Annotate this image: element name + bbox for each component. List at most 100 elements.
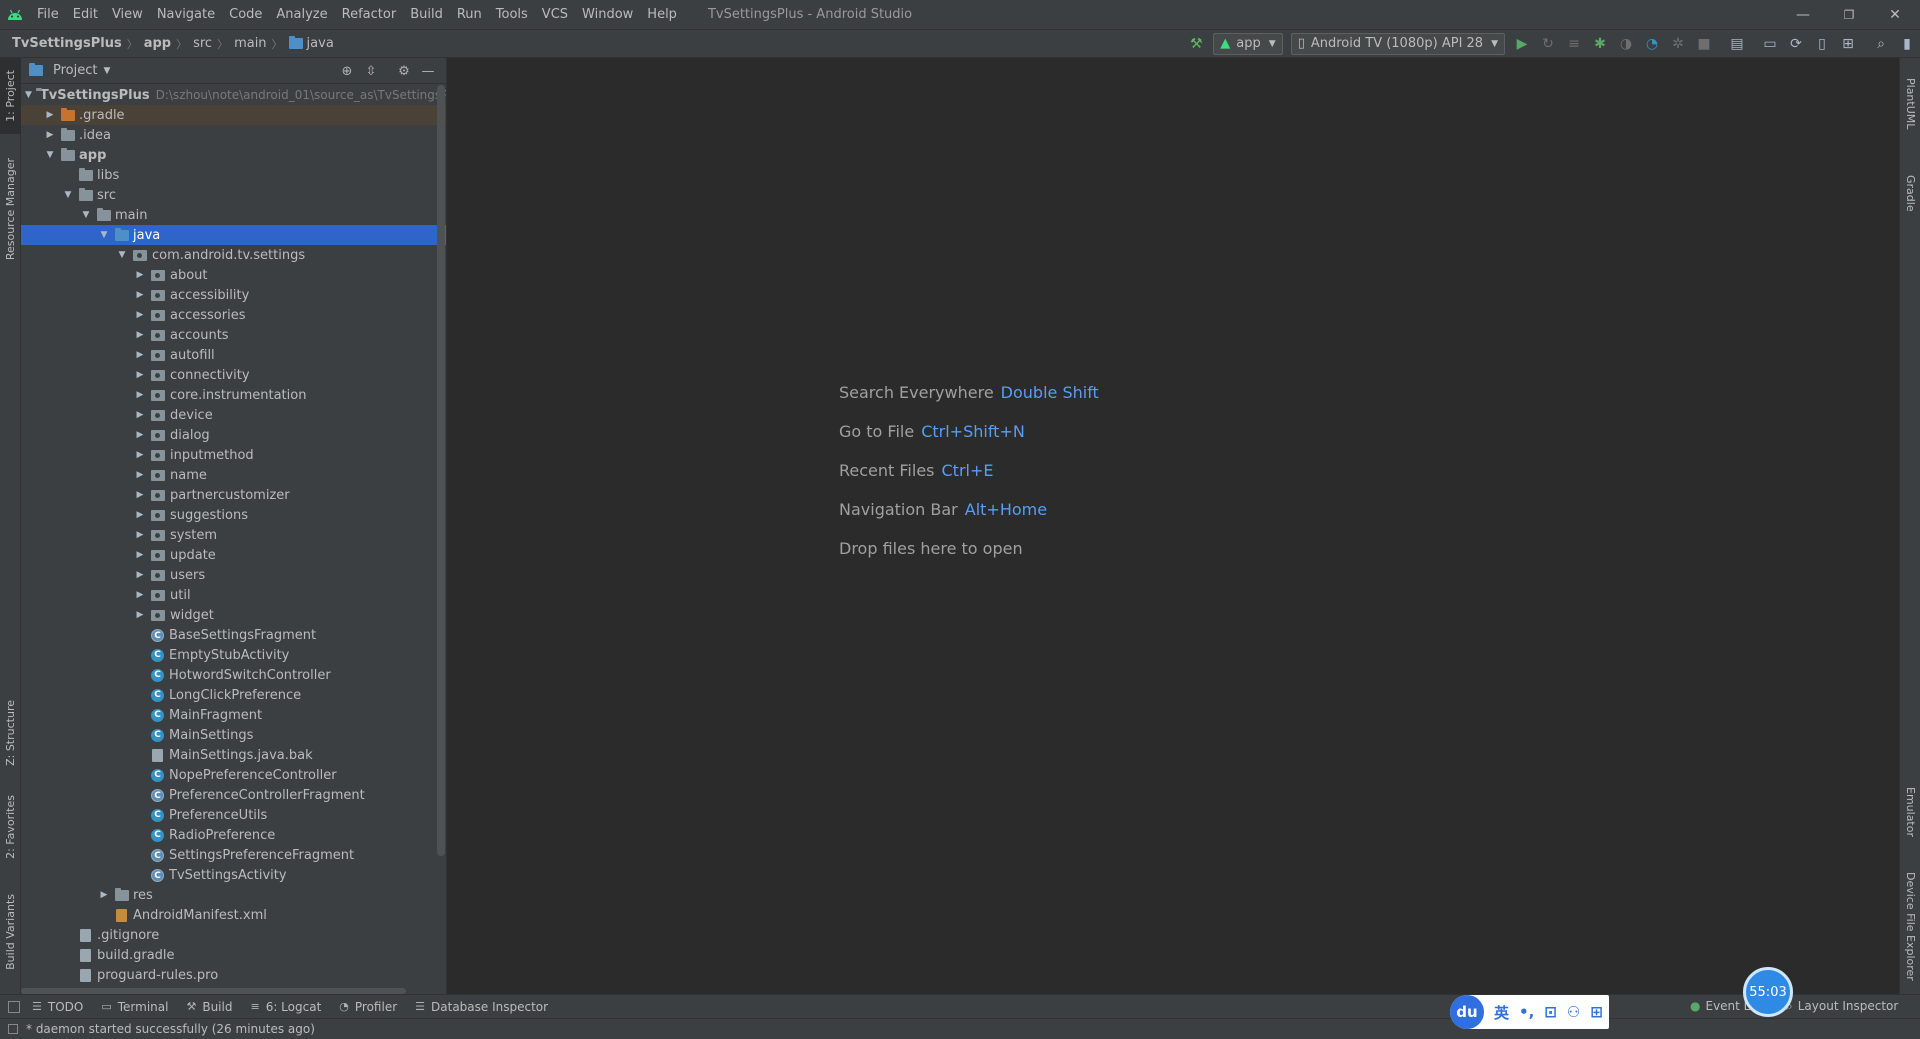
menu-analyze[interactable]: Analyze: [269, 0, 334, 29]
collapsed-arrow-icon[interactable]: ▶: [133, 310, 147, 320]
tree-row[interactable]: ▶AndroidManifest.xml: [21, 905, 446, 925]
collapsed-arrow-icon[interactable]: ▶: [133, 450, 147, 460]
project-view-select[interactable]: Project: [53, 63, 97, 78]
make-project-hammer-icon[interactable]: ⚒: [1184, 32, 1208, 56]
tree-row[interactable]: ▶.gitignore: [21, 925, 446, 945]
chevron-down-icon[interactable]: ▼: [103, 66, 110, 76]
collapsed-arrow-icon[interactable]: ▶: [133, 490, 147, 500]
ime-grid-icon[interactable]: ⊞: [1590, 1003, 1603, 1021]
menu-edit[interactable]: Edit: [66, 0, 105, 29]
tab-build-variants[interactable]: Build Variants: [0, 878, 21, 986]
tree-row[interactable]: ▶ system: [21, 525, 446, 545]
baidu-ime-logo[interactable]: du: [1450, 995, 1484, 1029]
expanded-arrow-icon[interactable]: ▼: [115, 250, 129, 260]
collapsed-arrow-icon[interactable]: ▶: [133, 470, 147, 480]
collapsed-arrow-icon[interactable]: ▶: [133, 570, 147, 580]
sync-gradle-icon[interactable]: ⟳: [1784, 32, 1808, 56]
collapsed-arrow-icon[interactable]: ▶: [133, 290, 147, 300]
breadcrumb-project[interactable]: TvSettingsPlus: [12, 36, 122, 51]
status-toggle-icon[interactable]: [8, 1024, 18, 1034]
avd-manager-icon[interactable]: ▯: [1810, 32, 1834, 56]
tree-row[interactable]: ▶build.gradle: [21, 945, 446, 965]
tree-row[interactable]: ▶ res: [21, 885, 446, 905]
tab-favorites[interactable]: 2: Favorites: [0, 786, 21, 868]
device-select[interactable]: ▯ Android TV (1080p) API 28 ▼: [1290, 32, 1505, 55]
tree-row[interactable]: ▶CPreferenceUtils: [21, 805, 446, 825]
locate-file-icon[interactable]: ⊕: [336, 59, 358, 83]
breadcrumb-java[interactable]: java: [288, 36, 334, 51]
apply-changes-icon[interactable]: ↻: [1536, 32, 1560, 56]
menu-view[interactable]: View: [105, 0, 150, 29]
tree-row[interactable]: ▶proguard-rules.pro: [21, 965, 446, 985]
close-button[interactable]: ✕: [1872, 0, 1918, 29]
tree-row[interactable]: ▶ autofill: [21, 345, 446, 365]
tree-row[interactable]: ▶ about: [21, 265, 446, 285]
tree-row[interactable]: ▶CLongClickPreference: [21, 685, 446, 705]
tool-window-profiler[interactable]: ◔ Profiler: [339, 1000, 397, 1014]
tab-project[interactable]: 1: Project: [0, 58, 21, 134]
coverage-icon[interactable]: ◑: [1614, 32, 1638, 56]
tool-window-terminal[interactable]: ▭ Terminal: [101, 1000, 168, 1014]
menu-build[interactable]: Build: [403, 0, 450, 29]
tab-gradle[interactable]: Gradle: [1900, 158, 1920, 228]
tree-row[interactable]: ▶libs: [21, 165, 446, 185]
expanded-arrow-icon[interactable]: ▼: [79, 210, 93, 220]
expanded-arrow-icon[interactable]: ▼: [97, 230, 111, 240]
debug-icon[interactable]: ✱: [1588, 32, 1612, 56]
ime-user-icon[interactable]: ⚇: [1567, 1003, 1580, 1021]
menu-refactor[interactable]: Refactor: [335, 0, 404, 29]
tab-resource-manager[interactable]: Resource Manager: [0, 150, 21, 268]
collapsed-arrow-icon[interactable]: ▶: [133, 590, 147, 600]
collapsed-arrow-icon[interactable]: ▶: [133, 350, 147, 360]
tree-row[interactable]: ▼ java: [21, 225, 446, 245]
tree-row[interactable]: ▶ .idea: [21, 125, 446, 145]
tool-window-database-inspector[interactable]: ☰ Database Inspector: [415, 1000, 548, 1014]
expanded-arrow-icon[interactable]: ▼: [43, 150, 57, 160]
collapsed-arrow-icon[interactable]: ▶: [133, 270, 147, 280]
tool-window-build[interactable]: ⚒ Build: [186, 1000, 232, 1014]
tree-row[interactable]: ▶ partnercustomizer: [21, 485, 446, 505]
resource-manager-icon[interactable]: ⊞: [1836, 32, 1860, 56]
ime-keyboard-icon[interactable]: ⊡: [1544, 1003, 1557, 1021]
menu-run[interactable]: Run: [450, 0, 489, 29]
tab-structure[interactable]: Z: Structure: [0, 692, 21, 774]
tree-row[interactable]: ▶ device: [21, 405, 446, 425]
menu-window[interactable]: Window: [575, 0, 640, 29]
floating-timer[interactable]: 55:03: [1743, 967, 1793, 1017]
run-configuration-select[interactable]: ▲ app ▼: [1213, 32, 1283, 55]
collapsed-arrow-icon[interactable]: ▶: [133, 610, 147, 620]
menu-help[interactable]: Help: [640, 0, 684, 29]
menu-vcs[interactable]: VCS: [535, 0, 575, 29]
tree-row[interactable]: ▼ TvSettingsPlus D:\szhou\note\android_01\…: [21, 85, 446, 105]
tree-row[interactable]: ▶ users: [21, 565, 446, 585]
menu-navigate[interactable]: Navigate: [150, 0, 222, 29]
tree-row[interactable]: ▼ com.android.tv.settings: [21, 245, 446, 265]
breadcrumb-module[interactable]: app: [144, 36, 171, 51]
tree-row[interactable]: ▶ .gradle: [21, 105, 446, 125]
toggle-tool-windows-icon[interactable]: [8, 1000, 20, 1013]
tree-row[interactable]: ▶ connectivity: [21, 365, 446, 385]
expanded-arrow-icon[interactable]: ▼: [25, 90, 32, 100]
tree-row[interactable]: ▶CSettingsPreferenceFragment: [21, 845, 446, 865]
tree-row[interactable]: ▶CTvSettingsActivity: [21, 865, 446, 885]
tree-row[interactable]: ▶CMainSettings: [21, 725, 446, 745]
tree-row[interactable]: ▶ util: [21, 585, 446, 605]
tree-row[interactable]: ▶ accounts: [21, 325, 446, 345]
tree-row[interactable]: ▼ main: [21, 205, 446, 225]
expanded-arrow-icon[interactable]: ▼: [61, 190, 75, 200]
tab-emulator[interactable]: Emulator: [1900, 772, 1920, 852]
tree-row[interactable]: ▼ app: [21, 145, 446, 165]
vertical-scrollbar[interactable]: [437, 85, 445, 856]
search-icon[interactable]: ⌕: [1869, 32, 1893, 56]
tree-row[interactable]: ▶ accessories: [21, 305, 446, 325]
tree-row[interactable]: ▶CBaseSettingsFragment: [21, 625, 446, 645]
menu-tools[interactable]: Tools: [489, 0, 535, 29]
collapsed-arrow-icon[interactable]: ▶: [43, 110, 57, 120]
breadcrumb-main[interactable]: main: [234, 36, 266, 51]
tree-row[interactable]: ▶CEmptyStubActivity: [21, 645, 446, 665]
attach-debugger-icon[interactable]: ✲: [1666, 32, 1690, 56]
tree-row[interactable]: ▶ update: [21, 545, 446, 565]
minimize-button[interactable]: —: [1780, 0, 1826, 29]
gear-icon[interactable]: ⚙: [393, 59, 415, 83]
breadcrumb-src[interactable]: src: [193, 36, 212, 51]
